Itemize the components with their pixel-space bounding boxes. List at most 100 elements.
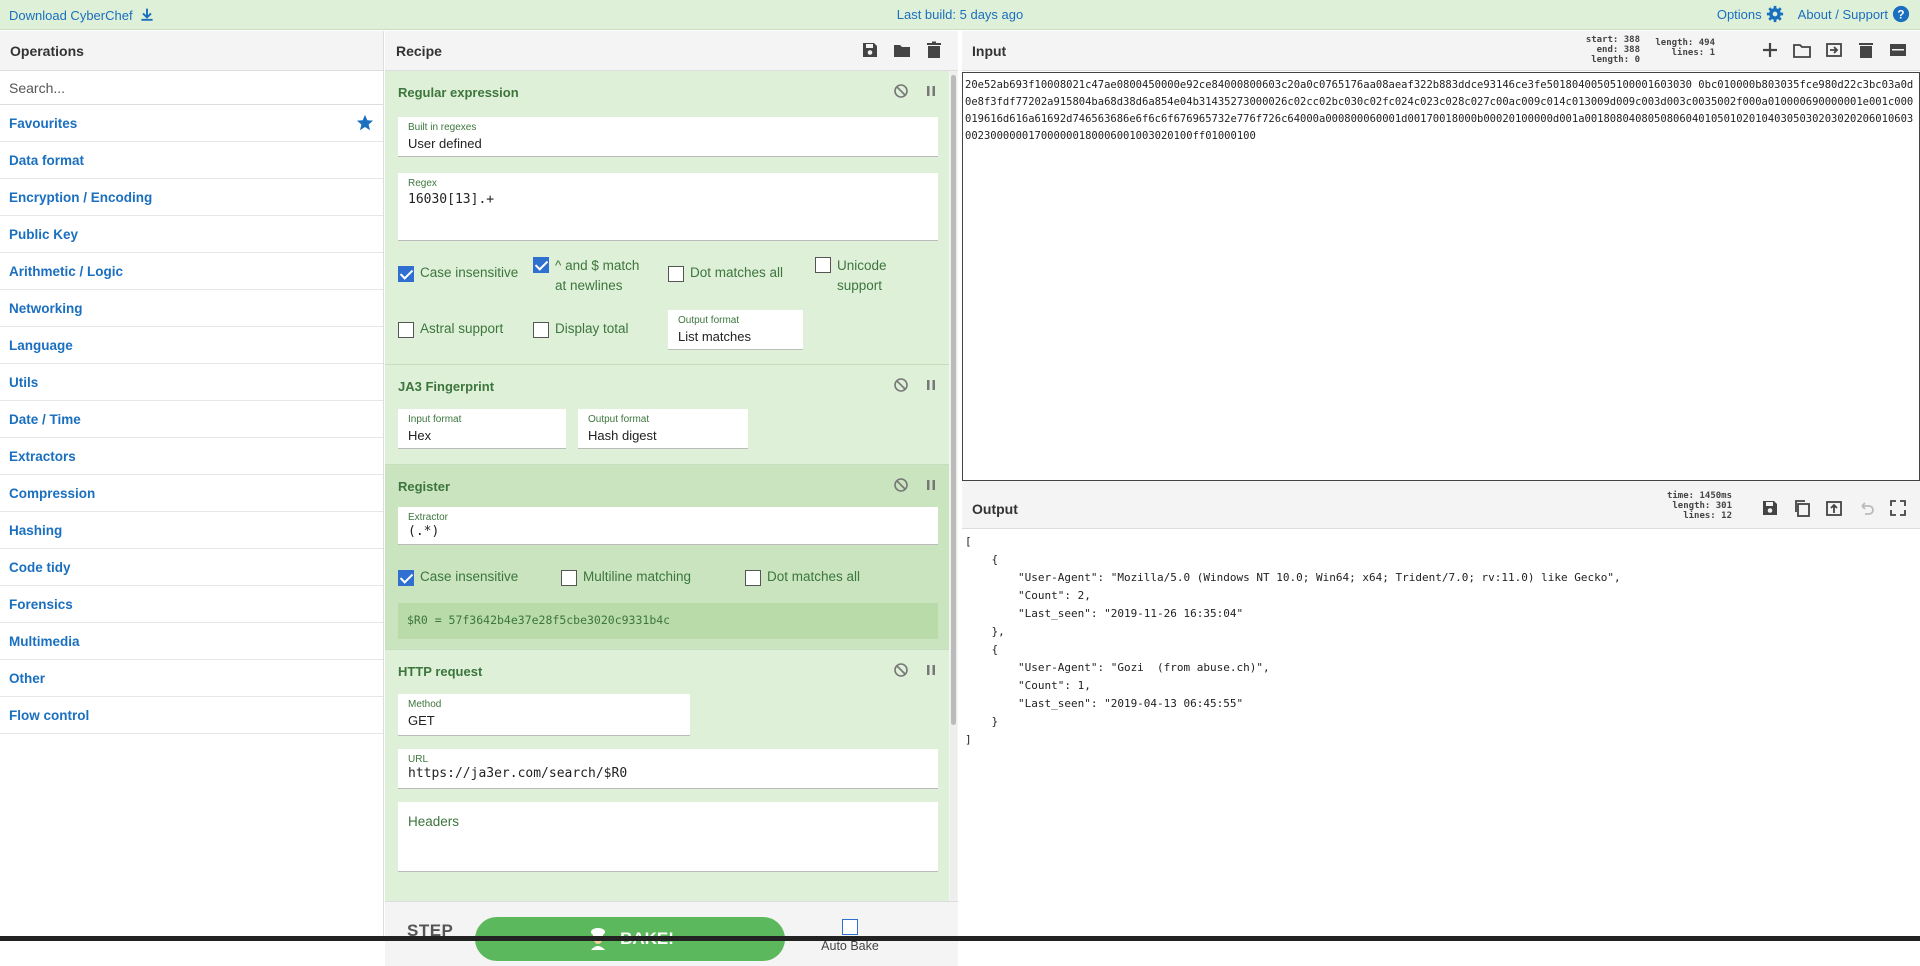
pause-icon[interactable] [923,377,939,393]
category-flow-control[interactable]: Flow control [0,697,383,734]
input-textarea[interactable]: 20e52ab693f10008021c47ae0800450000e92ce8… [962,72,1920,481]
disable-icon[interactable] [893,477,909,493]
trash-icon[interactable] [924,40,944,60]
op-ja3-fingerprint[interactable]: JA3 Fingerprint Input format Hex Output … [385,365,949,465]
gear-icon[interactable] [1766,5,1784,23]
checkbox-unchecked[interactable] [668,266,684,282]
search-input[interactable] [9,79,374,96]
headers-field[interactable]: Headers [398,802,938,872]
category-networking[interactable]: Networking [0,290,383,327]
category-label: Extractors [9,448,76,464]
category-encryption-encoding[interactable]: Encryption / Encoding [0,179,383,216]
op-regular-expression[interactable]: Regular expression Built in regexes User… [385,71,949,365]
save-output-icon[interactable] [1760,498,1780,518]
ja3-input-format-select[interactable]: Input format Hex [398,409,566,449]
case-insensitive-checkbox[interactable]: Case insensitive [398,265,518,282]
category-label: Data format [9,152,85,168]
clear-input-icon[interactable] [1856,40,1876,60]
ja3-output-format-label: Output format [588,414,650,425]
astral-label: Astral support [420,321,504,336]
layout-icon[interactable] [1888,40,1908,60]
copy-icon[interactable] [1792,498,1812,518]
category-public-key[interactable]: Public Key [0,216,383,253]
url-field[interactable]: URL https://ja3er.com/search/$R0 [398,749,938,789]
unicode-checkbox[interactable]: Unicode support [815,256,895,296]
category-date-time[interactable]: Date / Time [0,401,383,438]
register-dot-all-checkbox[interactable]: Dot matches all [745,569,860,586]
category-label: Other [9,670,46,686]
regex-field[interactable]: Regex 16030[13].+ [398,173,938,241]
category-other[interactable]: Other [0,660,383,697]
category-extractors[interactable]: Extractors [0,438,383,475]
move-to-input-icon[interactable] [1824,498,1844,518]
register-case-insensitive-checkbox[interactable]: Case insensitive [398,569,518,586]
pause-icon[interactable] [923,477,939,493]
category-label: Language [9,337,73,353]
op-register[interactable]: Register Extractor (.*) Case insensitive… [385,465,949,650]
checkbox-checked[interactable] [398,570,414,586]
ja3-input-format-label: Input format [408,414,462,425]
category-arithmetic-logic[interactable]: Arithmetic / Logic [0,253,383,290]
checkbox-unchecked[interactable] [842,919,858,935]
url-value[interactable]: https://ja3er.com/search/$R0 [408,766,928,781]
multiline-checkbox[interactable]: Multiline matching [561,569,691,586]
op-http-request[interactable]: HTTP request Method GET URL https://ja3e… [385,650,949,901]
about-link[interactable]: About / Support ? [1798,5,1910,23]
io-divider[interactable] [962,481,1920,489]
undo-icon[interactable] [1856,498,1876,518]
regex-value[interactable]: 16030[13].+ [408,192,928,207]
astral-checkbox[interactable]: Astral support [398,321,503,338]
about-label[interactable]: About / Support [1798,7,1888,22]
category-code-tidy[interactable]: Code tidy [0,549,383,586]
method-select[interactable]: Method GET [398,694,690,736]
display-total-checkbox[interactable]: Display total [533,321,629,338]
checkbox-unchecked[interactable] [745,570,761,586]
input-title: Input [972,43,1007,59]
search-box[interactable] [0,71,383,105]
dot-all-checkbox[interactable]: Dot matches all [668,265,783,282]
recipe-scrollbar[interactable] [950,71,957,901]
headers-label: Headers [408,814,460,829]
extractor-field[interactable]: Extractor (.*) [398,507,938,545]
pause-icon[interactable] [923,83,939,99]
operations-title: Operations [0,31,383,71]
open-folder-icon[interactable] [1792,40,1812,60]
disable-icon[interactable] [893,83,909,99]
checkbox-checked[interactable] [398,266,414,282]
builtin-regex-select[interactable]: Built in regexes User defined [398,117,938,157]
disable-icon[interactable] [893,377,909,393]
options-link[interactable]: Options [1717,5,1784,23]
checkbox-unchecked[interactable] [533,322,549,338]
category-utils[interactable]: Utils [0,364,383,401]
category-favourites[interactable]: Favourites [0,105,383,142]
help-icon[interactable]: ? [1892,5,1910,23]
checkbox-unchecked[interactable] [815,257,831,273]
category-hashing[interactable]: Hashing [0,512,383,549]
output-text[interactable]: [ { "User-Agent": "Mozilla/5.0 (Windows … [962,529,1920,936]
folder-icon[interactable] [892,40,912,60]
options-label[interactable]: Options [1717,7,1762,22]
anchors-checkbox[interactable]: ^ and $ match at newlines [533,256,653,296]
category-data-format[interactable]: Data format [0,142,383,179]
svg-text:?: ? [1897,9,1904,22]
display-total-label: Display total [555,321,629,336]
bake-bar: STEP BAKE! Auto Bake [385,901,958,966]
category-forensics[interactable]: Forensics [0,586,383,623]
add-icon[interactable] [1760,40,1780,60]
category-language[interactable]: Language [0,327,383,364]
scrollbar-thumb[interactable] [951,75,956,725]
category-compression[interactable]: Compression [0,475,383,512]
checkbox-unchecked[interactable] [561,570,577,586]
extractor-value[interactable]: (.*) [408,524,928,539]
maximise-icon[interactable] [1888,498,1908,518]
category-multimedia[interactable]: Multimedia [0,623,383,660]
checkbox-checked[interactable] [533,257,549,273]
checkbox-unchecked[interactable] [398,322,414,338]
disable-icon[interactable] [893,662,909,678]
open-file-icon[interactable] [1824,40,1844,60]
ja3-output-format-select[interactable]: Output format Hash digest [578,409,748,449]
save-icon[interactable] [860,40,880,60]
output-format-select[interactable]: Output format List matches [668,310,803,350]
recipe-title: Recipe [396,43,442,59]
pause-icon[interactable] [923,662,939,678]
